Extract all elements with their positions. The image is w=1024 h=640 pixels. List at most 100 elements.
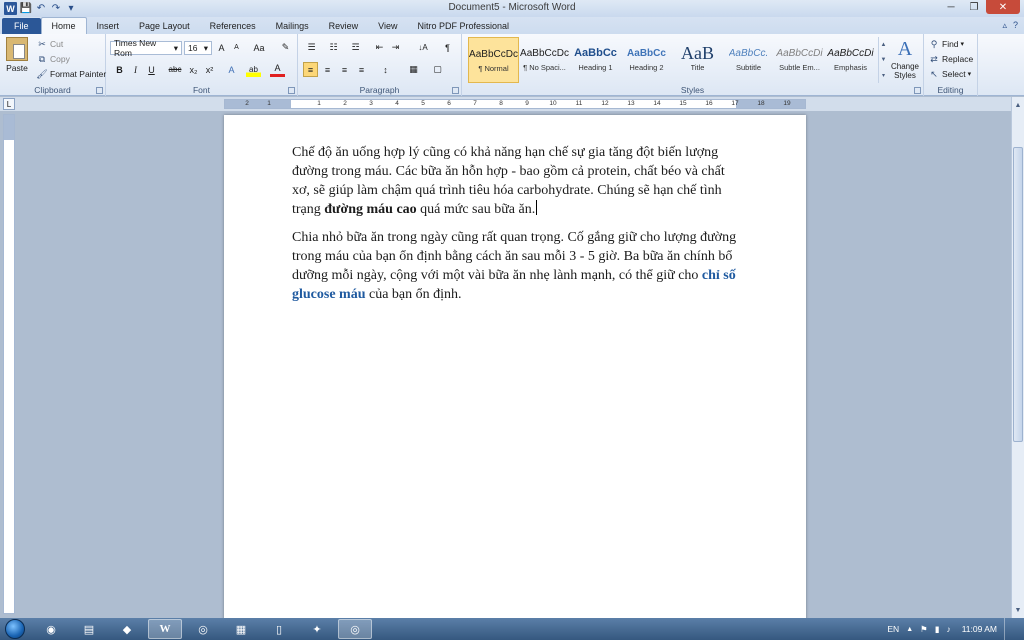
styles-launcher[interactable] — [914, 87, 921, 94]
increase-indent-button[interactable]: ⇥ — [388, 40, 403, 55]
tray-expand-icon[interactable]: ▲ — [906, 626, 913, 633]
minimize-ribbon-icon[interactable]: ▵ — [1002, 20, 1007, 31]
grow-font-button[interactable]: A — [214, 40, 229, 55]
help-icon[interactable]: ? — [1013, 20, 1018, 31]
taskbar-item-explorer[interactable]: ▤ — [72, 619, 106, 639]
justify-button[interactable]: ≡ — [354, 62, 369, 77]
tab-review[interactable]: Review — [319, 18, 369, 34]
scroll-up-icon[interactable]: ▲ — [881, 42, 887, 48]
clipboard-launcher[interactable] — [96, 87, 103, 94]
taskbar-item-chrome[interactable]: ◎ — [186, 619, 220, 639]
align-right-button[interactable]: ≡ — [337, 62, 352, 77]
volume-icon[interactable]: ♪ — [946, 624, 950, 634]
taskbar-item-app[interactable]: ◆ — [110, 619, 144, 639]
subscript-button[interactable]: x₂ — [186, 62, 201, 77]
style-heading-2[interactable]: AaBbCc Heading 2 — [621, 37, 672, 83]
font-size-dropdown[interactable]: 16 ▾ — [184, 41, 212, 55]
style-normal[interactable]: AaBbCcDc ¶ Normal — [468, 37, 519, 83]
more-styles-icon[interactable]: ▾ — [882, 72, 885, 79]
tab-nitro-pdf[interactable]: Nitro PDF Professional — [408, 18, 520, 34]
taskbar-item-app[interactable]: ▯ — [262, 619, 296, 639]
language-indicator[interactable]: EN — [887, 624, 899, 634]
highlight-button[interactable]: ab — [246, 62, 261, 77]
show-desktop-button[interactable] — [1004, 618, 1016, 640]
word-logo-icon[interactable]: W — [4, 2, 17, 15]
tab-references[interactable]: References — [200, 18, 266, 34]
document-canvas[interactable]: Chế độ ăn uống hợp lý cũng có khả năng h… — [18, 111, 1011, 618]
customize-qat-icon[interactable]: ▾ — [65, 3, 77, 15]
shrink-font-button[interactable]: A — [229, 40, 244, 55]
close-button[interactable]: ✕ — [986, 0, 1020, 14]
style-subtle-emphasis[interactable]: AaBbCcDi Subtle Em... — [774, 37, 825, 83]
font-launcher[interactable] — [288, 87, 295, 94]
document-page[interactable]: Chế độ ăn uống hợp lý cũng có khả năng h… — [224, 115, 806, 618]
tab-selector[interactable]: L — [3, 98, 15, 110]
minimize-button[interactable]: ─ — [940, 0, 962, 14]
taskbar-item-chrome[interactable]: ◎ — [338, 619, 372, 639]
cut-button[interactable]: ✂ Cut — [36, 38, 63, 50]
tab-page-layout[interactable]: Page Layout — [129, 18, 200, 34]
tab-insert[interactable]: Insert — [87, 18, 130, 34]
show-hide-button[interactable]: ¶ — [440, 40, 455, 55]
save-icon[interactable]: 💾 — [20, 3, 32, 15]
copy-button[interactable]: ⧉ Copy — [36, 53, 70, 65]
scroll-down-icon[interactable]: ▼ — [881, 57, 887, 63]
align-left-button[interactable]: ≡ — [303, 62, 318, 77]
style-title[interactable]: AaB Title — [672, 37, 723, 83]
text-effects-button[interactable]: A — [224, 62, 239, 77]
font-color-button[interactable]: A — [270, 62, 285, 77]
borders-button[interactable]: ▢ — [430, 62, 445, 77]
undo-icon[interactable]: ↶ — [35, 3, 47, 15]
paste-button[interactable]: Paste — [4, 37, 30, 73]
tab-view[interactable]: View — [368, 18, 407, 34]
scroll-thumb[interactable] — [1013, 147, 1023, 442]
bullets-button[interactable]: ☰ — [304, 40, 319, 55]
vertical-ruler[interactable] — [3, 114, 15, 614]
change-case-button[interactable]: Aa — [249, 40, 269, 55]
taskbar-item-app[interactable]: ◉ — [34, 619, 68, 639]
taskbar-item-app[interactable]: ✦ — [300, 619, 334, 639]
replace-button[interactable]: ⇄ Replace — [928, 53, 973, 65]
tab-home[interactable]: Home — [40, 17, 87, 34]
maximize-button[interactable]: ❐ — [963, 0, 985, 14]
scroll-down-button[interactable]: ▼ — [1012, 604, 1024, 616]
document-body[interactable]: Chế độ ăn uống hợp lý cũng có khả năng h… — [292, 143, 737, 313]
taskbar-item-word[interactable]: W — [148, 619, 182, 639]
clear-formatting-button[interactable]: ✎ — [278, 40, 293, 55]
format-painter-button[interactable]: 🖌 Format Painter — [36, 68, 106, 80]
style-no-spacing[interactable]: AaBbCcDc ¶ No Spaci... — [519, 37, 570, 83]
paragraph-2[interactable]: Chia nhỏ bữa ăn trong ngày cũng rất quan… — [292, 228, 737, 304]
paragraph-1[interactable]: Chế độ ăn uống hợp lý cũng có khả năng h… — [292, 143, 737, 219]
italic-button[interactable]: I — [128, 62, 143, 77]
select-button[interactable]: ↖ Select ▾ — [928, 68, 971, 80]
style-subtitle[interactable]: AaBbCc. Subtitle — [723, 37, 774, 83]
multilevel-list-button[interactable]: ☲ — [348, 40, 363, 55]
paragraph-launcher[interactable] — [452, 87, 459, 94]
style-emphasis[interactable]: AaBbCcDi Emphasis — [825, 37, 876, 83]
redo-icon[interactable]: ↷ — [50, 3, 62, 15]
clock[interactable]: 11:09 AM — [962, 624, 997, 634]
network-icon[interactable]: ▮ — [935, 624, 940, 635]
start-button[interactable] — [0, 618, 30, 640]
decrease-indent-button[interactable]: ⇤ — [372, 40, 387, 55]
strikethrough-button[interactable]: abc — [166, 62, 184, 77]
numbering-button[interactable]: ☷ — [326, 40, 341, 55]
tab-mailings[interactable]: Mailings — [266, 18, 319, 34]
bold-button[interactable]: B — [112, 62, 127, 77]
flag-icon[interactable]: ⚑ — [920, 624, 928, 635]
shading-button[interactable]: ▦ — [406, 62, 421, 77]
find-button[interactable]: ⚲ Find ▾ — [928, 38, 964, 50]
scroll-up-button[interactable]: ▲ — [1012, 99, 1024, 111]
horizontal-ruler[interactable]: 2 1 1 2 3 4 5 6 7 8 9 10 11 12 13 14 15 … — [224, 99, 806, 109]
center-button[interactable]: ≡ — [320, 62, 335, 77]
vertical-scrollbar[interactable]: ▲ ▼ — [1011, 97, 1024, 618]
superscript-button[interactable]: x² — [202, 62, 217, 77]
change-styles-button[interactable]: A Change Styles — [888, 38, 922, 80]
taskbar-item-app[interactable]: ▦ — [224, 619, 258, 639]
line-spacing-button[interactable]: ↕ — [378, 62, 393, 77]
sort-button[interactable]: ↓A — [414, 40, 432, 55]
font-name-dropdown[interactable]: Times New Rom ▾ — [110, 38, 182, 58]
underline-button[interactable]: U — [144, 62, 159, 77]
style-heading-1[interactable]: AaBbCc Heading 1 — [570, 37, 621, 83]
tab-file[interactable]: File — [2, 18, 41, 34]
